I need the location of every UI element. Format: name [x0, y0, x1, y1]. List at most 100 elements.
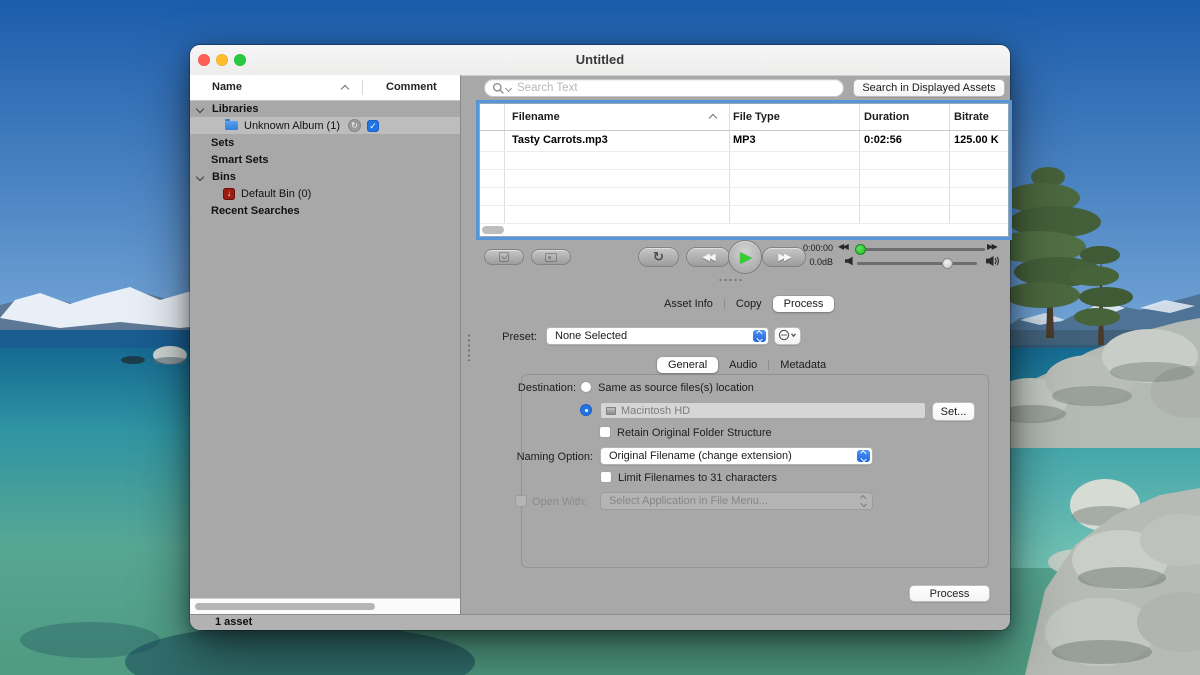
row-divider [480, 187, 1008, 188]
tree-label: Bins [212, 171, 236, 183]
search-input[interactable] [484, 79, 844, 97]
skip-to-end-icon[interactable]: ▶▶ [987, 242, 996, 251]
disclosure-chevron-icon[interactable] [196, 172, 204, 180]
disk-icon [606, 407, 616, 415]
sort-ascending-icon [341, 85, 349, 93]
open-with-popup: Select Application in File Menu... [600, 492, 873, 510]
scrubber-knob[interactable] [855, 244, 866, 255]
set-destination-button[interactable]: Set... [932, 402, 975, 421]
volume-max-icon[interactable] [984, 255, 1000, 267]
volume-min-icon[interactable] [844, 256, 854, 266]
search-displayed-assets-button[interactable]: Search in Displayed Assets [853, 79, 1005, 97]
album-checkbox[interactable]: ✓ [367, 120, 379, 132]
row-divider [480, 169, 1008, 170]
tree-label: Sets [211, 137, 234, 149]
library-sidebar: Name Comment Libraries Unknown Album (1)… [190, 75, 461, 614]
sidebar-item-libraries[interactable]: Libraries [190, 100, 460, 117]
sidebar-item-default-bin[interactable]: ↓ Default Bin (0) [190, 185, 460, 202]
skip-to-start-icon[interactable]: ◀◀ [838, 242, 847, 251]
column-header-file-type[interactable]: File Type [733, 104, 780, 130]
sidebar-horizontal-scrollbar[interactable] [190, 598, 460, 614]
play-button[interactable]: ▶ [728, 240, 762, 274]
tree-label: Unknown Album (1) [244, 120, 340, 132]
column-header-filename[interactable]: Filename [512, 104, 560, 130]
cell-duration[interactable]: 0:02:56 [864, 130, 944, 151]
preset-popup[interactable]: None Selected [546, 327, 769, 345]
tab-copy[interactable]: Copy [725, 296, 773, 312]
subtab-general[interactable]: General [657, 357, 718, 373]
destination-label: Destination: [461, 382, 576, 394]
process-button[interactable]: Process [909, 585, 990, 602]
cell-file-type[interactable]: MP3 [733, 130, 853, 151]
volume-track[interactable] [857, 262, 977, 265]
destination-path-value: Macintosh HD [621, 405, 690, 417]
poster-frame-button[interactable] [531, 249, 571, 265]
tree-label: Smart Sets [211, 154, 268, 166]
naming-option-value: Original Filename (change extension) [609, 450, 792, 462]
checkmark-icon [499, 252, 509, 262]
limit-filenames-label[interactable]: Limit Filenames to 31 characters [618, 472, 777, 484]
custom-destination-radio[interactable] [580, 404, 592, 416]
bin-icon: ↓ [223, 188, 235, 200]
sidebar-column-header[interactable]: Name Comment [190, 75, 460, 101]
open-with-value: Select Application in File Menu... [609, 495, 768, 507]
limit-filenames-checkbox[interactable] [600, 471, 612, 483]
rewind-button[interactable]: ◀◀ [686, 247, 730, 267]
popup-stepper-icon [753, 330, 766, 342]
preset-value: None Selected [555, 330, 627, 342]
table-horizontal-scrollbar-thumb[interactable] [482, 226, 504, 234]
tab-process[interactable]: Process [773, 296, 835, 312]
picture-icon [545, 253, 557, 262]
sidebar-item-bins[interactable]: Bins [190, 168, 460, 185]
subtab-audio[interactable]: Audio [718, 357, 768, 373]
row-divider [480, 223, 1008, 224]
pane-resize-handle[interactable] [718, 278, 744, 282]
asset-table[interactable]: Filename File Type Duration Bitrate Tast… [479, 103, 1009, 237]
more-actions-icon [778, 329, 797, 341]
preset-actions-button[interactable] [774, 327, 801, 345]
scrollbar-thumb[interactable] [195, 603, 375, 610]
asset-count: 1 asset [215, 616, 252, 628]
mark-button[interactable] [484, 249, 524, 265]
sidebar-item-smart-sets[interactable]: Smart Sets [190, 151, 460, 168]
same-source-radio[interactable] [580, 381, 592, 393]
tree-label: Default Bin (0) [241, 188, 311, 200]
sync-icon[interactable]: ↻ [348, 119, 361, 132]
subtab-metadata[interactable]: Metadata [769, 357, 837, 373]
volume-knob[interactable] [942, 258, 953, 269]
destination-path-field[interactable]: Macintosh HD [600, 402, 926, 419]
cell-bitrate[interactable]: 125.00 K [954, 130, 1008, 151]
row-divider [480, 205, 1008, 206]
window-title: Untitled [190, 45, 1010, 75]
tab-asset-info[interactable]: Asset Info [653, 296, 724, 312]
loop-button[interactable]: ↻ [638, 247, 679, 267]
rewind-icon: ◀◀ [702, 252, 713, 263]
disclosure-chevron-icon[interactable] [196, 104, 204, 112]
scrubber-track[interactable] [857, 248, 985, 251]
column-header-bitrate[interactable]: Bitrate [954, 104, 989, 130]
loop-icon: ↻ [653, 249, 664, 265]
retain-structure-checkbox[interactable] [599, 426, 611, 438]
comment-column-header[interactable]: Comment [386, 75, 437, 100]
sidebar-item-sets[interactable]: Sets [190, 134, 460, 151]
volume-display: 0.0dB [761, 257, 833, 267]
play-icon: ▶ [740, 248, 752, 266]
column-divider[interactable] [362, 80, 363, 95]
open-with-checkbox [515, 495, 527, 507]
sort-ascending-icon [709, 114, 717, 122]
cell-filename[interactable]: Tasty Carrots.mp3 [512, 130, 722, 151]
sidebar-item-unknown-album[interactable]: Unknown Album (1) ↻ ✓ [190, 117, 460, 134]
same-source-option-label[interactable]: Same as source files(s) location [598, 382, 754, 394]
process-subtab-bar: General Audio Metadata [657, 356, 837, 373]
open-with-label: Open With: [532, 496, 587, 508]
naming-option-label: Naming Option: [461, 451, 593, 463]
name-column-header[interactable]: Name [212, 75, 242, 100]
preset-label: Preset: [461, 331, 537, 343]
title-bar[interactable]: Untitled [190, 45, 1010, 76]
tree-label: Recent Searches [211, 205, 300, 217]
column-header-duration[interactable]: Duration [864, 104, 909, 130]
timecode-display: 0:00:00 [761, 243, 833, 253]
naming-option-popup[interactable]: Original Filename (change extension) [600, 447, 873, 465]
retain-structure-label[interactable]: Retain Original Folder Structure [617, 427, 772, 439]
sidebar-item-recent-searches[interactable]: Recent Searches [190, 202, 460, 219]
